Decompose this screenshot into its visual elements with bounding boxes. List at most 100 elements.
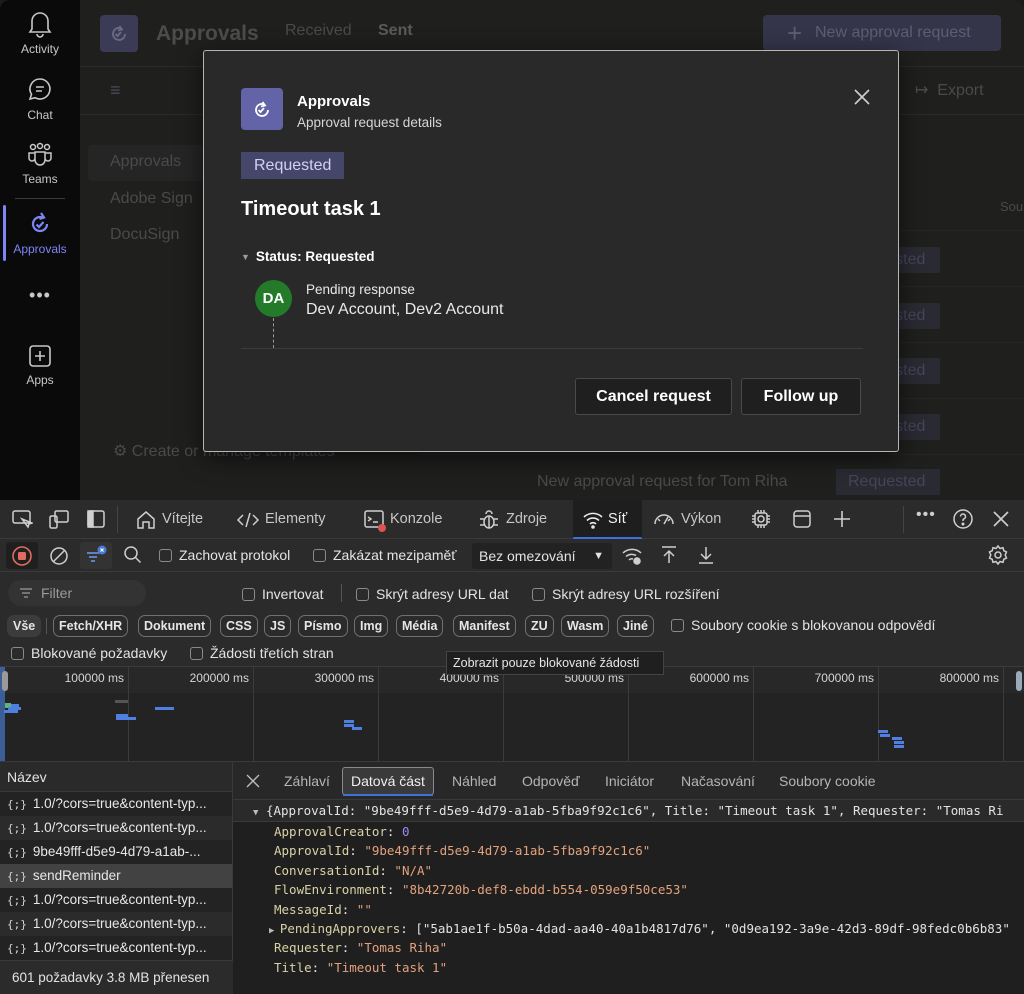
type-filter-css[interactable]: CSS [220, 615, 258, 637]
rail-item-chat[interactable]: Chat [0, 76, 80, 122]
overview-handle-left[interactable] [2, 671, 8, 691]
type-filter-other[interactable]: Jiné [617, 615, 655, 637]
record-button[interactable] [6, 542, 38, 569]
blocked-requests-checkbox[interactable]: Blokované požadavky [11, 645, 167, 661]
tab-payload[interactable]: Datová část [342, 767, 434, 796]
request-row[interactable]: {;} 1.0/?cors=true&content-typ... [0, 936, 232, 960]
application-icon[interactable] [791, 508, 813, 530]
search-icon[interactable] [123, 545, 143, 565]
rail-item-activity[interactable]: Activity [0, 10, 80, 56]
blocked-cookies-checkbox[interactable]: Soubory cookie s blokovanou odpovědí [671, 617, 935, 633]
checkbox[interactable] [11, 647, 24, 660]
row-title[interactable]: New approval request for Tom Riha [537, 473, 788, 491]
type-filter-media[interactable]: Média [396, 615, 444, 637]
tab-sources[interactable]: Zdroje [478, 500, 553, 539]
network-conditions-icon[interactable] [621, 545, 643, 567]
network-overview-timeline[interactable]: 100000 ms 200000 ms 300000 ms 400000 ms 5000… [0, 666, 1024, 763]
throttling-select[interactable]: Bez omezování ▼ [472, 543, 612, 569]
checkbox[interactable] [532, 588, 545, 601]
dock-side-icon[interactable] [85, 508, 107, 530]
request-row[interactable]: {;} 1.0/?cors=true&content-typ... [0, 792, 232, 816]
tab-network[interactable]: Síť [573, 500, 642, 540]
follow-up-button[interactable]: Follow up [741, 378, 861, 415]
type-filter-font[interactable]: Písmo [298, 615, 348, 637]
tab-headers[interactable]: Záhlaví [284, 762, 330, 800]
type-filter-img[interactable]: Img [354, 615, 389, 637]
request-row[interactable]: {;} sendReminder [0, 864, 232, 888]
hide-data-urls-checkbox[interactable]: Skrýt adresy URL dat [356, 586, 509, 602]
rail-item-approvals[interactable]: Approvals [0, 210, 80, 256]
column-header-name[interactable]: Název [0, 762, 232, 792]
payload-value: "Timeout task 1" [326, 959, 448, 975]
third-party-checkbox[interactable]: Žádosti třetích stran [190, 645, 334, 661]
request-row[interactable]: {;} 9be49fff-d5e9-4d79-a1ab-... [0, 840, 232, 864]
help-icon[interactable] [952, 508, 974, 530]
inspect-element-icon[interactable] [11, 508, 33, 530]
request-row[interactable]: {;} 1.0/?cors=true&content-typ... [0, 888, 232, 912]
rail-item-teams[interactable]: Teams [0, 142, 80, 186]
type-filter-fetch-xhr[interactable]: Fetch/XHR [53, 615, 129, 637]
clear-icon[interactable] [48, 545, 70, 567]
import-har-icon[interactable] [658, 544, 680, 566]
close-button[interactable] [850, 85, 874, 109]
payload-field[interactable]: ▶ PendingApprovers: ["5ab1ae1f-b50a-4dad… [233, 919, 1024, 938]
xhr-icon: {;} [7, 846, 27, 859]
tab-preview[interactable]: Náhled [452, 762, 496, 800]
type-filter-ws[interactable]: ZU [525, 615, 554, 637]
tab-timing[interactable]: Načasování [681, 762, 755, 800]
checkbox[interactable] [671, 619, 684, 632]
type-filter-manifest[interactable]: Manifest [453, 615, 516, 637]
close-detail-icon[interactable] [245, 773, 261, 789]
tab-sent[interactable]: Sent [378, 22, 413, 40]
overview-handle-right[interactable] [1016, 671, 1022, 691]
new-approval-request-button[interactable]: + New approval request [763, 15, 1001, 51]
filter-input[interactable]: Filter [8, 580, 146, 606]
add-tool-icon[interactable] [831, 508, 853, 530]
filter-toggle-button[interactable] [80, 542, 112, 569]
type-filter-js[interactable]: JS [264, 615, 292, 637]
settings-gear-icon[interactable] [987, 544, 1009, 566]
left-nav-adobe-sign[interactable]: Adobe Sign [110, 190, 193, 208]
export-har-icon[interactable] [695, 544, 717, 566]
preserve-log-checkbox[interactable]: Zachovat protokol [159, 547, 290, 563]
disable-cache-checkbox[interactable]: Zakázat mezipaměť [313, 547, 457, 563]
tab-welcome[interactable]: Vítejte [135, 500, 210, 539]
type-filter-all[interactable]: Vše [7, 615, 42, 637]
checkbox[interactable] [313, 549, 326, 562]
checkbox[interactable] [356, 588, 369, 601]
request-row[interactable]: {;} 1.0/?cors=true&content-typ... [0, 816, 232, 840]
tab-received[interactable]: Received [285, 22, 352, 40]
checkbox[interactable] [159, 549, 172, 562]
tab-elements[interactable]: Elementy [236, 500, 331, 539]
memory-icon[interactable] [750, 508, 772, 530]
left-nav-approvals[interactable]: Approvals [110, 153, 181, 171]
rail-item-apps[interactable]: Apps [0, 343, 80, 387]
tab-console[interactable]: Konzole [363, 500, 448, 539]
checkbox[interactable] [242, 588, 255, 601]
tab-response[interactable]: Odpověď [522, 762, 580, 800]
xhr-icon: {;} [7, 942, 27, 955]
rail-divider [15, 198, 65, 199]
status-section-toggle[interactable]: ▼ Status: Requested [241, 249, 374, 264]
tab-initiator[interactable]: Iniciátor [605, 762, 654, 800]
type-filter-wasm[interactable]: Wasm [561, 615, 610, 637]
payload-summary-row[interactable]: ▼ {ApprovalId: "9be49fff-d5e9-4d79-a1ab-… [233, 800, 1024, 822]
device-emulation-icon[interactable] [48, 508, 70, 530]
export-button[interactable]: ↦ Export [915, 80, 984, 100]
tab-performance[interactable]: Výkon [652, 500, 727, 539]
checkbox[interactable] [190, 647, 203, 660]
request-row[interactable]: {;} 1.0/?cors=true&content-typ... [0, 912, 232, 936]
left-nav-docusign[interactable]: DocuSign [110, 226, 179, 244]
tab-cookies[interactable]: Soubory cookie [779, 762, 876, 800]
close-devtools-icon[interactable] [990, 508, 1012, 530]
invert-checkbox[interactable]: Invertovat [242, 586, 323, 602]
type-filter-document[interactable]: Dokument [138, 615, 212, 637]
hamburger-icon[interactable]: ≡ [110, 80, 121, 101]
hide-extension-urls-checkbox[interactable]: Skrýt adresy URL rozšíření [532, 586, 720, 602]
request-name: 1.0/?cors=true&content-typ... [32, 820, 207, 835]
more-options-icon[interactable]: ••• [916, 506, 938, 528]
caret-right-icon[interactable]: ▶ [269, 926, 280, 936]
more-apps-button[interactable]: ••• [0, 285, 80, 306]
request-name: 1.0/?cors=true&content-typ... [32, 916, 207, 931]
cancel-request-button[interactable]: Cancel request [575, 378, 732, 415]
